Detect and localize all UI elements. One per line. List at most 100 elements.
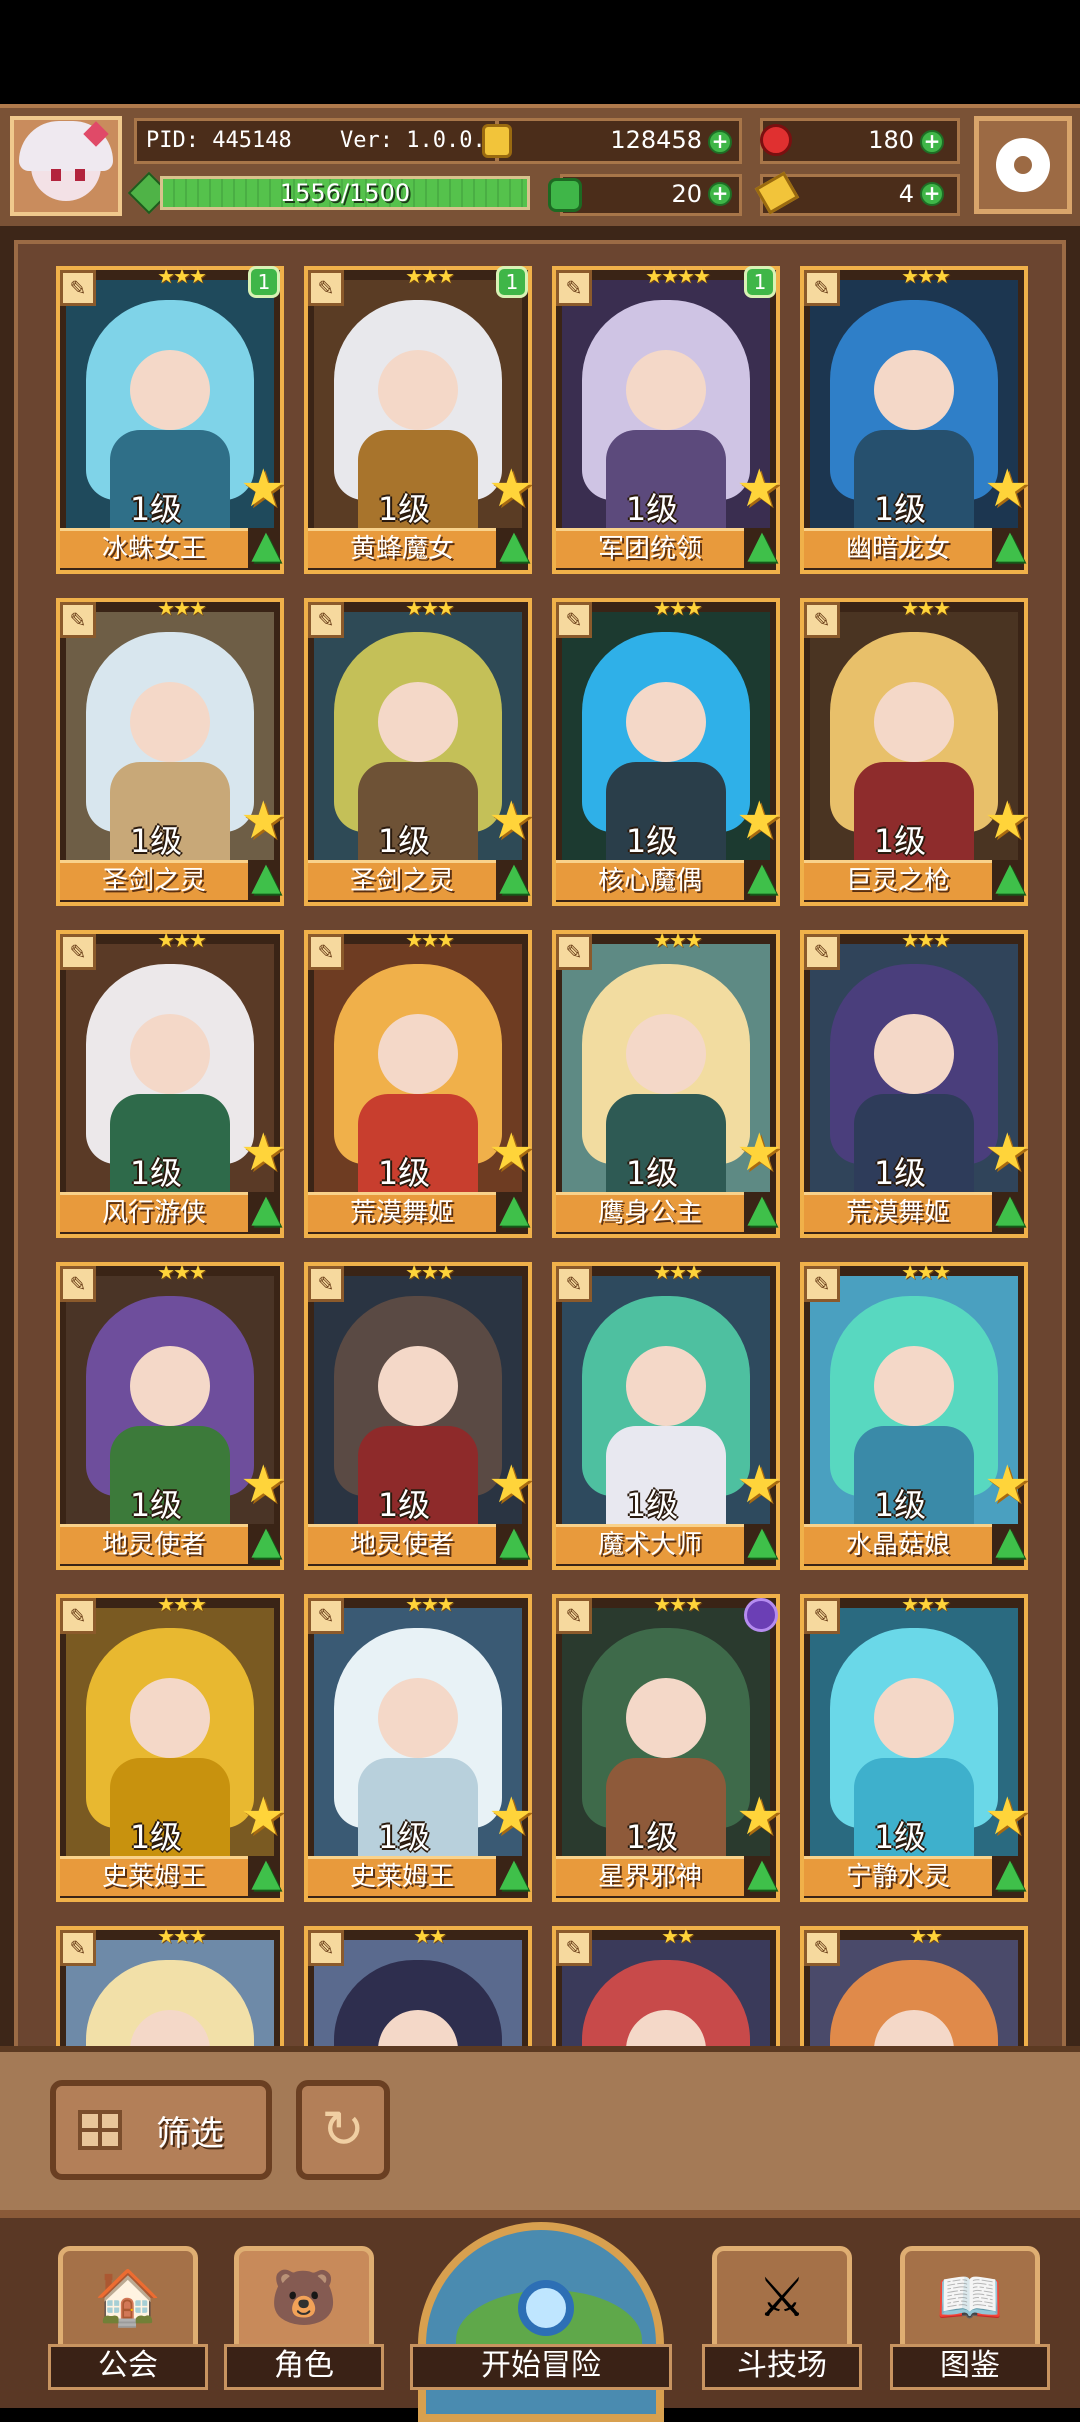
upgrade-arrow-icon: ▲ (995, 1186, 1025, 1230)
character-card[interactable]: ✎ ★★★ 1级 ★ 地灵使者 ▲ (56, 1262, 284, 1570)
rarity-stars: ★★★ (901, 598, 951, 620)
rarity-stars: ★★★ (901, 930, 951, 952)
character-card[interactable]: ✎ ★★★ 1级 ★ 魔术大师 ▲ (552, 1262, 780, 1570)
rarity-stars: ★★★ (157, 1262, 207, 1284)
class-icon: ✎ (308, 934, 344, 970)
add-keys-button[interactable]: + (920, 182, 944, 206)
nav-start-adventure[interactable]: 开始冒险 (410, 2222, 672, 2422)
character-card[interactable]: ✎ ★★★ 1级 ★ 巨灵之枪 ▲ (800, 598, 1028, 906)
star-rank-icon: ★ (240, 459, 284, 519)
player-avatar[interactable] (10, 116, 122, 216)
star-rank-icon: ★ (984, 1123, 1028, 1183)
class-icon: ✎ (308, 270, 344, 306)
gold-coin-icon (482, 124, 512, 158)
character-card[interactable]: ✎ ★★★ 1级 ★ 圣剑之灵 ▲ (56, 598, 284, 906)
add-gold-button[interactable]: + (708, 130, 732, 154)
character-level: 1级 (129, 1818, 183, 1856)
star-rank-icon: ★ (736, 459, 780, 519)
star-rank-icon: ★ (984, 791, 1028, 851)
character-card[interactable]: ✎ ★★★ 1级 ★ 幽暗龙女 ▲ (800, 266, 1028, 574)
class-icon: ✎ (308, 602, 344, 638)
star-rank-icon: ★ (240, 1455, 284, 1515)
character-level: 1级 (129, 1486, 183, 1524)
settings-button[interactable] (974, 116, 1072, 214)
refresh-button[interactable]: ↻ (296, 2080, 390, 2180)
character-portrait (314, 1940, 522, 2046)
character-card[interactable]: ✎ ★★ (304, 1926, 532, 2046)
character-level: 1级 (625, 490, 679, 528)
class-icon: ✎ (556, 934, 592, 970)
character-level: 1级 (377, 822, 431, 860)
character-name: 圣剑之灵 (60, 860, 248, 900)
rarity-stars: ★★★ (901, 266, 951, 288)
nav-codex[interactable]: 📖 图鉴 (890, 2246, 1050, 2396)
character-level: 1级 (625, 1154, 679, 1192)
clover-icon (548, 178, 582, 212)
nav-arena[interactable]: ⚔ 斗技场 (702, 2246, 862, 2396)
character-card[interactable]: ✎ ★★★ 1级 ★ 荒漠舞姬 ▲ (800, 930, 1028, 1238)
character-level: 1级 (377, 490, 431, 528)
rarity-stars: ★★★ (157, 930, 207, 952)
star-rank-icon: ★ (736, 1455, 780, 1515)
character-card[interactable]: ✎ ★★★ 1级 ★ 鹰身公主 ▲ (552, 930, 780, 1238)
character-name: 地灵使者 (60, 1524, 248, 1564)
rarity-stars: ★★★ (653, 1262, 703, 1284)
character-card[interactable]: ✎ ★★★ 1级 ★ 圣剑之灵 ▲ (304, 598, 532, 906)
character-card[interactable]: ✎ ★★★ 1级 ★ 核心魔偶 ▲ (552, 598, 780, 906)
character-card[interactable]: ✎ ★★★ 1 1级 ★ 黄蜂魔女 ▲ (304, 266, 532, 574)
character-card[interactable]: ✎ ★★★ 1级 ★ 宁静水灵 ▲ (800, 1594, 1028, 1902)
star-rank-icon: ★ (984, 459, 1028, 519)
character-card[interactable]: ✎ ★★★ 1 1级 ★ 冰蛛女王 ▲ (56, 266, 284, 574)
nav-roles-label: 角色 (224, 2344, 384, 2390)
upgrade-arrow-icon: ▲ (251, 522, 281, 566)
character-face-icon: 🐻 (270, 2266, 338, 2329)
character-level: 1级 (129, 822, 183, 860)
upgrade-arrow-icon: ▲ (499, 1850, 529, 1894)
character-card[interactable]: ✎ ★★★ 1级 ★ 史莱姆王 ▲ (56, 1594, 284, 1902)
nav-guild[interactable]: 🏠 公会 (48, 2246, 208, 2396)
filter-button[interactable]: 筛选 (50, 2080, 272, 2180)
character-name: 水晶菇娘 (804, 1524, 992, 1564)
rarity-stars: ★★ (413, 1926, 447, 1948)
rarity-stars: ★★★ (653, 598, 703, 620)
upgrade-arrow-icon: ▲ (251, 854, 281, 898)
character-level: 1级 (129, 1154, 183, 1192)
character-card[interactable]: ✎ ★★★ 1级 ★ 风行游侠 ▲ (56, 930, 284, 1238)
character-card[interactable]: ✎ ★★★ (56, 1926, 284, 2046)
character-level: 1级 (873, 490, 927, 528)
class-icon: ✎ (804, 270, 840, 306)
rarity-stars: ★★★ (653, 930, 703, 952)
character-card[interactable]: ✎ ★★★ 1级 ★ 荒漠舞姬 ▲ (304, 930, 532, 1238)
star-rank-icon: ★ (488, 1123, 532, 1183)
nav-roles[interactable]: 🐻 角色 (224, 2246, 384, 2396)
character-card[interactable]: ✎ ★★ (552, 1926, 780, 2046)
class-icon: ✎ (556, 602, 592, 638)
crossed-swords-icon: ⚔ (757, 2266, 807, 2329)
character-name: 核心魔偶 (556, 860, 744, 900)
class-icon: ✎ (60, 1598, 96, 1634)
rarity-stars: ★★ (661, 1926, 695, 1948)
character-card[interactable]: ✎ ★★★ 1级 ★ 水晶菇娘 ▲ (800, 1262, 1028, 1570)
upgrade-arrow-icon: ▲ (747, 1186, 777, 1230)
class-icon: ✎ (804, 1930, 840, 1966)
upgrade-arrow-icon: ▲ (747, 1518, 777, 1562)
add-clover-button[interactable]: + (708, 182, 732, 206)
character-card[interactable]: ✎ ★★★ 1级 ★ 地灵使者 ▲ (304, 1262, 532, 1570)
class-icon: ✎ (60, 1930, 96, 1966)
upgrade-arrow-icon: ▲ (499, 1518, 529, 1562)
character-card[interactable]: ✎ ★★ (800, 1926, 1028, 2046)
clover-amount: 20 (671, 180, 702, 208)
rarity-stars: ★★★ (405, 598, 455, 620)
class-icon: ✎ (60, 602, 96, 638)
add-gems-button[interactable]: + (920, 130, 944, 154)
character-name: 冰蛛女王 (60, 528, 248, 568)
character-card[interactable]: ✎ ★★★ 1级 ★ 史莱姆王 ▲ (304, 1594, 532, 1902)
class-icon: ✎ (556, 270, 592, 306)
upgrade-arrow-icon: ▲ (251, 1186, 281, 1230)
character-portrait (810, 1940, 1018, 2046)
character-card[interactable]: ✎ ★★★★ 1 1级 ★ 军团统领 ▲ (552, 266, 780, 574)
gear-icon (996, 138, 1050, 192)
nav-codex-label: 图鉴 (890, 2344, 1050, 2390)
nav-guild-label: 公会 (48, 2344, 208, 2390)
character-card[interactable]: ✎ ★★★ 1级 ★ 星界邪神 ▲ (552, 1594, 780, 1902)
